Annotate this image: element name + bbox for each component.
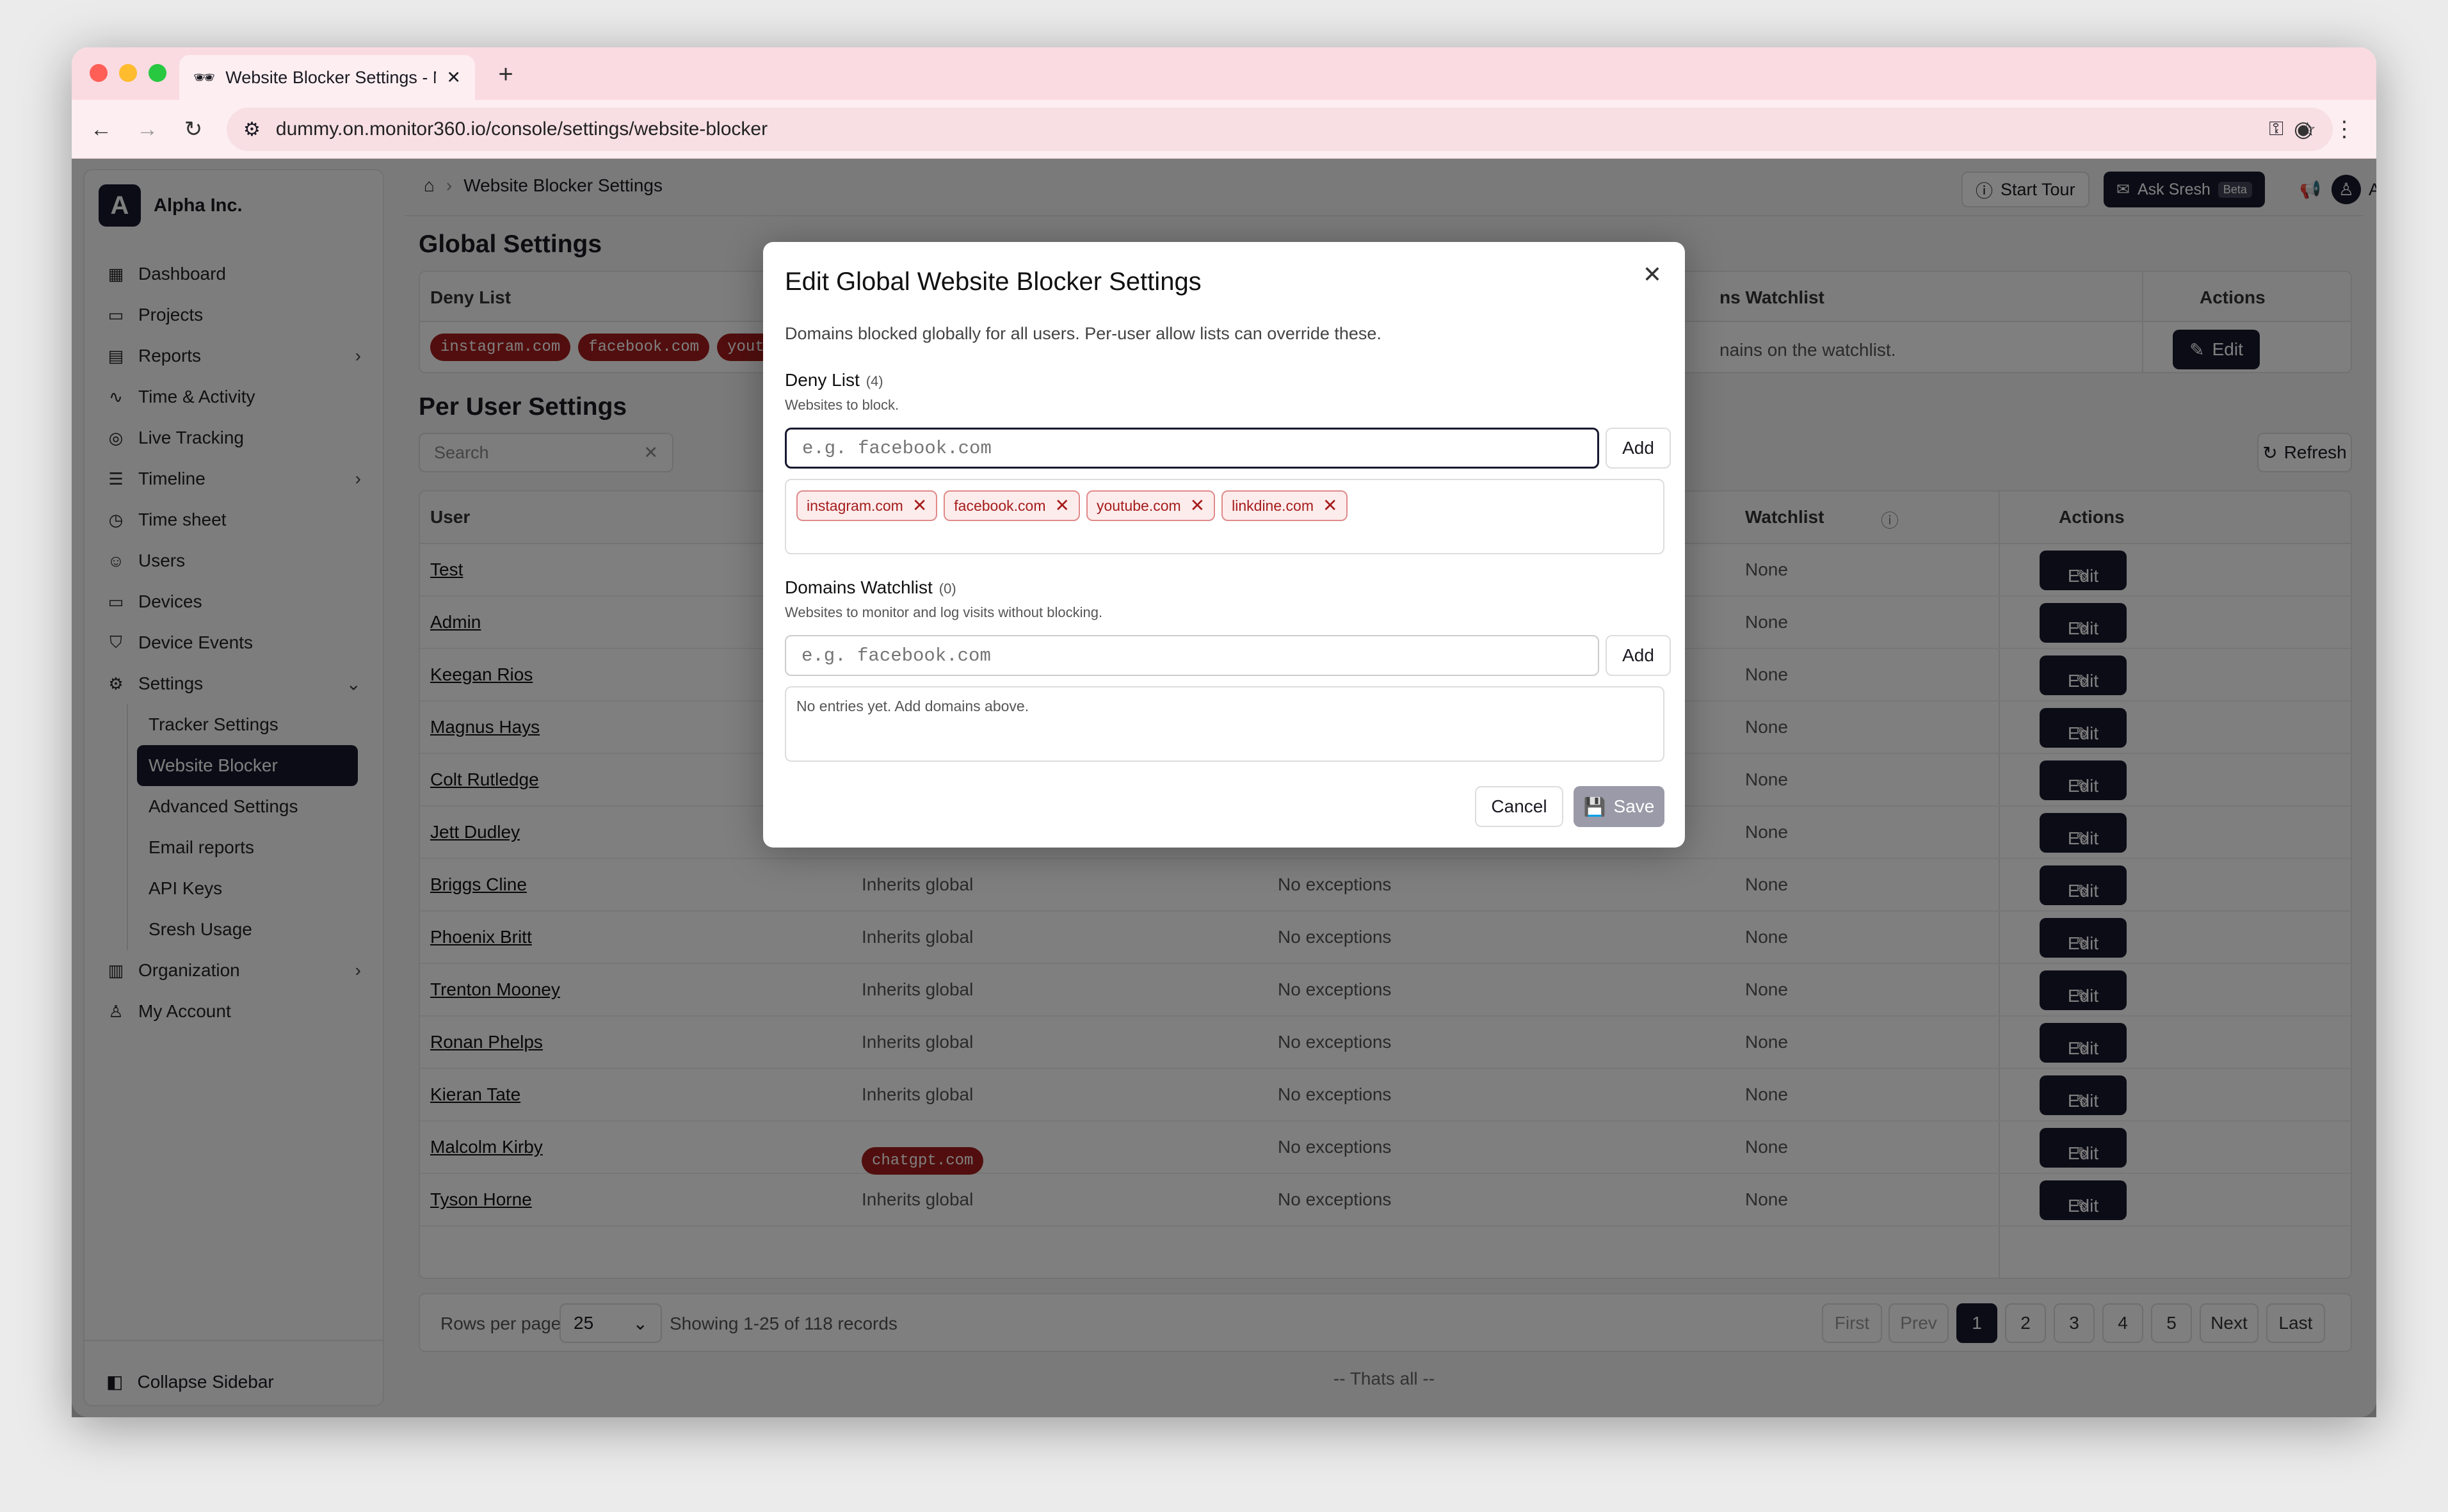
- watchlist-label: Domains Watchlist (0): [785, 577, 956, 598]
- remove-chip-icon[interactable]: ✕: [1055, 497, 1070, 515]
- password-key-icon[interactable]: ⚿: [2269, 118, 2283, 140]
- site-settings-icon[interactable]: ⚙: [243, 118, 261, 141]
- chip-label: instagram.com: [807, 497, 903, 514]
- maximize-window-button[interactable]: [149, 64, 166, 82]
- watchlist-help: Websites to monitor and log visits witho…: [785, 604, 1103, 620]
- chip-label: linkdine.com: [1232, 497, 1314, 514]
- deny-list-count: (4): [866, 373, 883, 389]
- chip-label: facebook.com: [954, 497, 1046, 514]
- save-button[interactable]: 💾 Save: [1574, 786, 1664, 827]
- forward-icon[interactable]: →: [131, 113, 164, 146]
- deny-list-help: Websites to block.: [785, 397, 899, 413]
- deny-chip: facebook.com ✕: [944, 490, 1080, 521]
- watchlist-count: (0): [938, 581, 956, 597]
- deny-chip: instagram.com ✕: [796, 490, 938, 521]
- close-tab-icon[interactable]: ✕: [446, 68, 461, 88]
- chip-label: youtube.com: [1096, 497, 1181, 514]
- close-window-button[interactable]: [90, 64, 108, 82]
- modal-description: Domains blocked globally for all users. …: [785, 324, 1381, 343]
- favicon-icon: 🕶: [193, 68, 216, 87]
- new-tab-button[interactable]: +: [488, 56, 524, 92]
- deny-list-label: Deny List (4): [785, 370, 883, 390]
- cancel-button[interactable]: Cancel: [1475, 786, 1563, 827]
- browser-toolbar: ← → ↻ ⚙ dummy.on.monitor360.io/console/s…: [72, 100, 2376, 159]
- edit-global-settings-modal: Edit Global Website Blocker Settings ✕ D…: [763, 242, 1685, 848]
- save-label: Save: [1613, 796, 1655, 816]
- browser-tab[interactable]: 🕶 Website Blocker Settings - M ✕: [179, 55, 475, 100]
- cancel-label: Cancel: [1491, 796, 1547, 816]
- deny-list-title: Deny List: [785, 370, 860, 390]
- remove-chip-icon[interactable]: ✕: [912, 497, 927, 515]
- deny-chip-list: instagram.com ✕ facebook.com ✕ youtube.com ✕ l…: [785, 479, 1664, 554]
- more-menu-icon[interactable]: ⋮: [2328, 113, 2361, 146]
- add-label: Add: [1622, 438, 1654, 458]
- add-deny-button[interactable]: Add: [1606, 428, 1671, 469]
- tab-bar: 🕶 Website Blocker Settings - M ✕ +: [72, 47, 2376, 100]
- watchlist-empty-text: No entries yet. Add domains above.: [796, 698, 1029, 714]
- remove-chip-icon[interactable]: ✕: [1190, 497, 1205, 515]
- deny-domain-input[interactable]: [785, 428, 1599, 469]
- modal-title: Edit Global Website Blocker Settings: [785, 268, 1202, 296]
- address-bar[interactable]: ⚙ dummy.on.monitor360.io/console/setting…: [227, 108, 2333, 151]
- close-icon[interactable]: ✕: [1643, 261, 1662, 288]
- watchlist-title: Domains Watchlist: [785, 577, 933, 597]
- watch-chip-list: No entries yet. Add domains above.: [785, 686, 1664, 762]
- add-watch-button[interactable]: Add: [1606, 635, 1671, 676]
- add-label: Add: [1622, 645, 1654, 665]
- watch-domain-input[interactable]: [785, 635, 1599, 676]
- deny-chip: youtube.com ✕: [1086, 490, 1216, 521]
- save-icon: 💾: [1583, 796, 1606, 817]
- tab-title: Website Blocker Settings - M: [225, 67, 437, 87]
- deny-chip: linkdine.com ✕: [1221, 490, 1348, 521]
- profile-icon[interactable]: ◉: [2287, 113, 2320, 146]
- back-icon[interactable]: ←: [85, 113, 118, 146]
- reload-icon[interactable]: ↻: [177, 113, 210, 146]
- remove-chip-icon[interactable]: ✕: [1323, 497, 1337, 515]
- minimize-window-button[interactable]: [119, 64, 137, 82]
- url-text: dummy.on.monitor360.io/console/settings/…: [275, 118, 768, 140]
